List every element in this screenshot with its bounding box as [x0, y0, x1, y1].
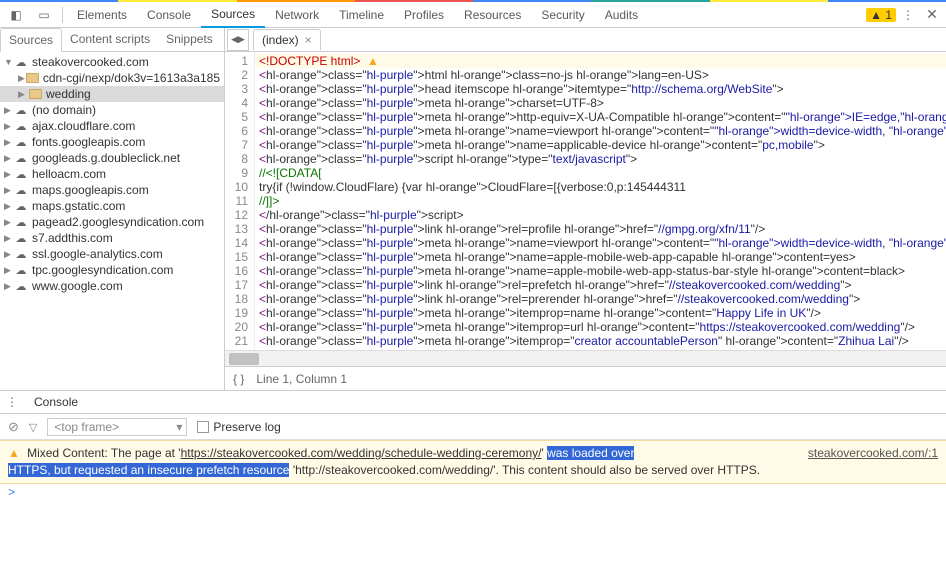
main-tab-network[interactable]: Network [265, 2, 329, 28]
sub-tab-sources[interactable]: Sources [0, 28, 62, 52]
editor-status-bar: { } Line 1, Column 1 [225, 366, 946, 390]
console-prompt[interactable]: > [0, 484, 946, 502]
main-tab-elements[interactable]: Elements [67, 2, 137, 28]
console-drawer-tab[interactable]: Console [24, 391, 88, 413]
console-warning-row[interactable]: steakovercooked.com/:1 ▲ Mixed Content: … [0, 440, 946, 484]
tree-item[interactable]: ▶cdn-cgi/nexp/dok3v=1613a3a185 [0, 70, 224, 86]
filter-icon[interactable] [29, 420, 37, 434]
tree-item[interactable]: ▶www.google.com [0, 278, 224, 294]
line-gutter[interactable]: 1234567891011121314151617181920212223 [225, 52, 255, 350]
cursor-position: Line 1, Column 1 [256, 372, 347, 386]
device-mode-icon[interactable]: ▭ [30, 3, 58, 27]
navigator-pane: SourcesContent scriptsSnippets ▼steakove… [0, 28, 225, 390]
code-editor[interactable]: 1234567891011121314151617181920212223 <!… [225, 52, 946, 350]
editor-pane: ◀▶ (index) × ▶| 123456789101112131415161… [225, 28, 946, 390]
preserve-log-toggle[interactable]: Preserve log [197, 420, 280, 434]
file-tab-index[interactable]: (index) × [253, 29, 321, 50]
main-tab-sources[interactable]: Sources [201, 2, 265, 28]
main-tab-bar: ◧ ▭ ElementsConsoleSourcesNetworkTimelin… [0, 2, 946, 28]
main-tab-profiles[interactable]: Profiles [394, 2, 454, 28]
tree-item[interactable]: ▶maps.googleapis.com [0, 182, 224, 198]
dock-side-icon[interactable]: ◧ [2, 3, 30, 27]
more-menu-icon[interactable]: ⋮ [896, 8, 920, 22]
navigator-sub-tabs: SourcesContent scriptsSnippets [0, 28, 224, 52]
clear-console-icon[interactable] [8, 419, 19, 435]
main-tabs-container: ElementsConsoleSourcesNetworkTimelinePro… [67, 2, 648, 28]
file-tree[interactable]: ▼steakovercooked.com▶cdn-cgi/nexp/dok3v=… [0, 52, 224, 390]
close-devtools-icon[interactable]: ✕ [920, 6, 944, 23]
main-tab-audits[interactable]: Audits [595, 2, 648, 28]
close-tab-icon[interactable]: × [305, 33, 312, 47]
scrollbar-thumb[interactable] [229, 353, 259, 365]
nav-history-icon[interactable]: ◀▶ [227, 29, 249, 51]
console-toolbar: <top frame> Preserve log [0, 414, 946, 440]
main-tab-resources[interactable]: Resources [454, 2, 531, 28]
file-tab-label: (index) [262, 33, 299, 47]
tree-item[interactable]: ▶wedding [0, 86, 224, 102]
tree-item[interactable]: ▼steakovercooked.com [0, 54, 224, 70]
console-source-link[interactable]: steakovercooked.com/:1 [808, 445, 938, 461]
code-content[interactable]: <!DOCTYPE html> ▲<hl-orange">class="hl-p… [255, 52, 946, 350]
tree-item[interactable]: ▶tpc.googlesyndication.com [0, 262, 224, 278]
tree-item[interactable]: ▶ssl.google-analytics.com [0, 246, 224, 262]
tree-item[interactable]: ▶pagead2.googlesyndication.com [0, 214, 224, 230]
tree-item[interactable]: ▶googleads.g.doubleclick.net [0, 150, 224, 166]
tree-item[interactable]: ▶(no domain) [0, 102, 224, 118]
frame-selector[interactable]: <top frame> [47, 418, 187, 436]
main-tab-console[interactable]: Console [137, 2, 201, 28]
tree-item[interactable]: ▶maps.gstatic.com [0, 198, 224, 214]
horizontal-scrollbar[interactable] [225, 350, 946, 366]
editor-tab-bar: ◀▶ (index) × ▶| [225, 28, 946, 52]
main-tab-timeline[interactable]: Timeline [329, 2, 394, 28]
sub-tab-snippets[interactable]: Snippets [158, 28, 221, 51]
warning-badge[interactable]: ▲ 1 [866, 8, 896, 22]
tree-item[interactable]: ▶s7.addthis.com [0, 230, 224, 246]
pretty-print-icon[interactable]: { } [233, 372, 244, 386]
drawer-tab-bar: ⋮ Console [0, 390, 946, 414]
sub-tab-content-scripts[interactable]: Content scripts [62, 28, 158, 51]
main-tab-security[interactable]: Security [531, 2, 594, 28]
drawer-menu-icon[interactable]: ⋮ [0, 395, 24, 409]
warning-icon: ▲ [8, 446, 20, 460]
tree-item[interactable]: ▶ajax.cloudflare.com [0, 118, 224, 134]
tree-item[interactable]: ▶helloacm.com [0, 166, 224, 182]
tree-item[interactable]: ▶fonts.googleapis.com [0, 134, 224, 150]
preserve-log-label: Preserve log [213, 420, 280, 434]
